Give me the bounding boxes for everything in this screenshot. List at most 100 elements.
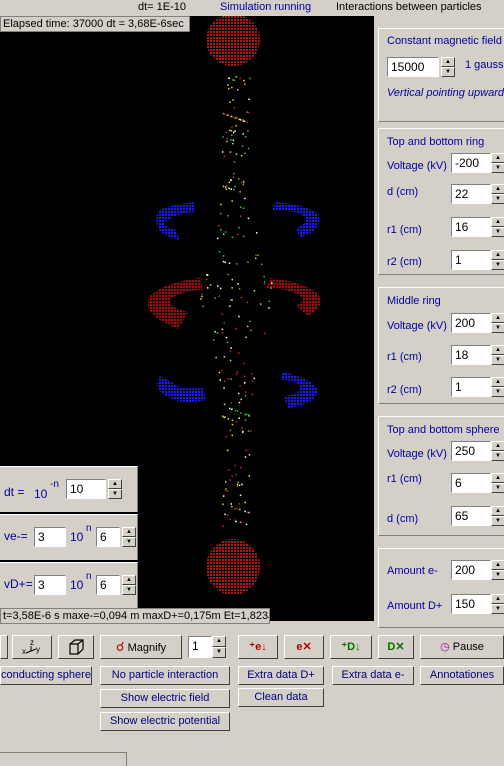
particle — [244, 136, 247, 138]
amount-d-input[interactable]: 150 — [451, 594, 491, 614]
particle — [247, 430, 250, 432]
dt-exponent-input[interactable]: 10 — [66, 479, 106, 499]
magnify-button[interactable]: ☌ Magnify — [100, 635, 182, 659]
tbr-r1-input[interactable]: 16 — [451, 217, 491, 237]
extra-data-e-button[interactable]: Extra data e- — [332, 666, 414, 685]
particle — [246, 111, 249, 113]
middle-ring-right — [266, 278, 321, 316]
add-electron-button[interactable]: ⁺e↓ — [238, 635, 278, 659]
clean-data-button[interactable]: Clean data — [238, 688, 324, 707]
particle — [237, 481, 239, 484]
vd-exponent-spinner[interactable]: ▲ ▼ — [122, 575, 136, 595]
particle — [218, 251, 221, 253]
particle — [228, 262, 231, 264]
sphere-panel: Top and bottom sphere Voltage (kV) 250 ▲… — [378, 416, 504, 536]
particle — [222, 495, 225, 497]
particle — [235, 473, 237, 476]
top-ring-right — [272, 202, 320, 238]
3d-view-button[interactable] — [58, 635, 94, 659]
particle — [240, 398, 242, 401]
ve-exponent-input[interactable]: 6 — [96, 527, 120, 547]
particle — [235, 153, 238, 155]
particle — [239, 206, 242, 208]
add-deuteron-button[interactable]: ⁺D↓ — [330, 635, 372, 659]
partial-button[interactable] — [0, 635, 8, 659]
axes-button[interactable]: z x y — [12, 635, 52, 659]
particle — [246, 325, 249, 328]
tbr-d-input[interactable]: 22 — [451, 184, 491, 204]
tbr-voltage-spinner[interactable]: ▲ ▼ — [491, 153, 504, 173]
mr-r2-spinner[interactable]: ▲ ▼ — [491, 377, 504, 397]
remove-deuteron-icon: D✕ — [387, 641, 405, 653]
sphere-voltage-label: Voltage (kV) — [387, 448, 447, 460]
dt-panel: dt = 10 -n 10 ▲ ▼ — [0, 466, 138, 512]
show-electric-potential-button[interactable]: Show electric potential — [100, 712, 230, 731]
sphere-voltage-spinner[interactable]: ▲ ▼ — [491, 441, 504, 461]
vd-exponent-input[interactable]: 6 — [96, 575, 120, 595]
amount-e-spinner[interactable]: ▲ ▼ — [491, 560, 504, 580]
ve-value-input[interactable]: 3 — [34, 527, 66, 547]
particle — [229, 129, 231, 132]
amount-d-spinner[interactable]: ▲ ▼ — [491, 594, 504, 614]
mr-r1-spinner[interactable]: ▲ ▼ — [491, 345, 504, 365]
particle — [236, 410, 239, 412]
mr-r2-input[interactable]: 1 — [451, 377, 491, 397]
particle — [230, 179, 232, 181]
particle — [222, 185, 225, 188]
magnetic-field-input[interactable]: 15000 — [387, 57, 439, 77]
top-ring-left — [156, 202, 195, 240]
particle — [255, 257, 257, 260]
ve-exponent-spinner[interactable]: ▲ ▼ — [122, 527, 136, 547]
vd-value-input[interactable]: 3 — [34, 575, 66, 595]
top-bottom-ring-panel: Top and bottom ring Voltage (kV) -200 ▲ ▼… — [378, 128, 504, 275]
sphere-d-input[interactable]: 65 — [451, 506, 491, 526]
magnetic-field-spinner[interactable]: ▲ ▼ — [441, 57, 455, 77]
mr-r1-input[interactable]: 18 — [451, 345, 491, 365]
mr-voltage-label: Voltage (kV) — [387, 320, 447, 332]
sphere-voltage-input[interactable]: 250 — [451, 441, 491, 461]
ve-exp-label: n — [86, 523, 92, 534]
sphere-r1-input[interactable]: 6 — [451, 473, 491, 493]
magnify-spinner[interactable]: ▲ ▼ — [212, 636, 226, 658]
tbr-r2-spinner[interactable]: ▲ ▼ — [491, 250, 504, 270]
sphere-r1-spinner[interactable]: ▲ ▼ — [491, 473, 504, 493]
extra-data-d-button[interactable]: Extra data D+ — [238, 666, 324, 685]
particle — [236, 507, 238, 510]
show-electric-field-button[interactable]: Show electric field — [100, 689, 230, 708]
particle — [220, 203, 222, 206]
annotations-button[interactable]: Annotationes — [420, 666, 504, 685]
tbr-r1-spinner[interactable]: ▲ ▼ — [491, 217, 504, 237]
tbr-voltage-input[interactable]: -200 — [451, 153, 491, 173]
particle — [226, 341, 229, 344]
mr-voltage-input[interactable]: 200 — [451, 313, 491, 333]
particle — [231, 126, 233, 129]
particle — [230, 503, 232, 505]
particle — [231, 434, 233, 437]
pause-button[interactable]: ◷ Pause — [420, 635, 504, 659]
magnify-input[interactable]: 1 — [188, 636, 212, 658]
particle — [247, 217, 250, 220]
particle — [223, 155, 226, 158]
particle — [232, 99, 234, 101]
remove-electron-button[interactable]: e✕ — [284, 635, 324, 659]
simulation-status: Simulation running — [220, 1, 312, 13]
mr-voltage-spinner[interactable]: ▲ ▼ — [491, 313, 504, 333]
particle — [238, 315, 240, 318]
particle — [227, 378, 230, 380]
no-particle-interaction-button[interactable]: No particle interaction — [100, 666, 230, 685]
particle — [229, 299, 232, 301]
amount-e-input[interactable]: 200 — [451, 560, 491, 580]
particle — [232, 176, 235, 178]
conducting-sphere-button[interactable]: conducting sphere — [0, 666, 92, 685]
sphere-d-spinner[interactable]: ▲ ▼ — [491, 506, 504, 526]
particle — [228, 469, 230, 471]
tbr-r2-input[interactable]: 1 — [451, 250, 491, 270]
particle — [228, 87, 230, 90]
dt-exponent-spinner[interactable]: ▲ ▼ — [108, 479, 122, 499]
particle — [261, 263, 263, 266]
tbr-d-spinner[interactable]: ▲ ▼ — [491, 184, 504, 204]
particle — [240, 215, 242, 217]
remove-deuteron-button[interactable]: D✕ — [378, 635, 414, 659]
particle — [245, 523, 248, 526]
particle — [251, 380, 254, 383]
